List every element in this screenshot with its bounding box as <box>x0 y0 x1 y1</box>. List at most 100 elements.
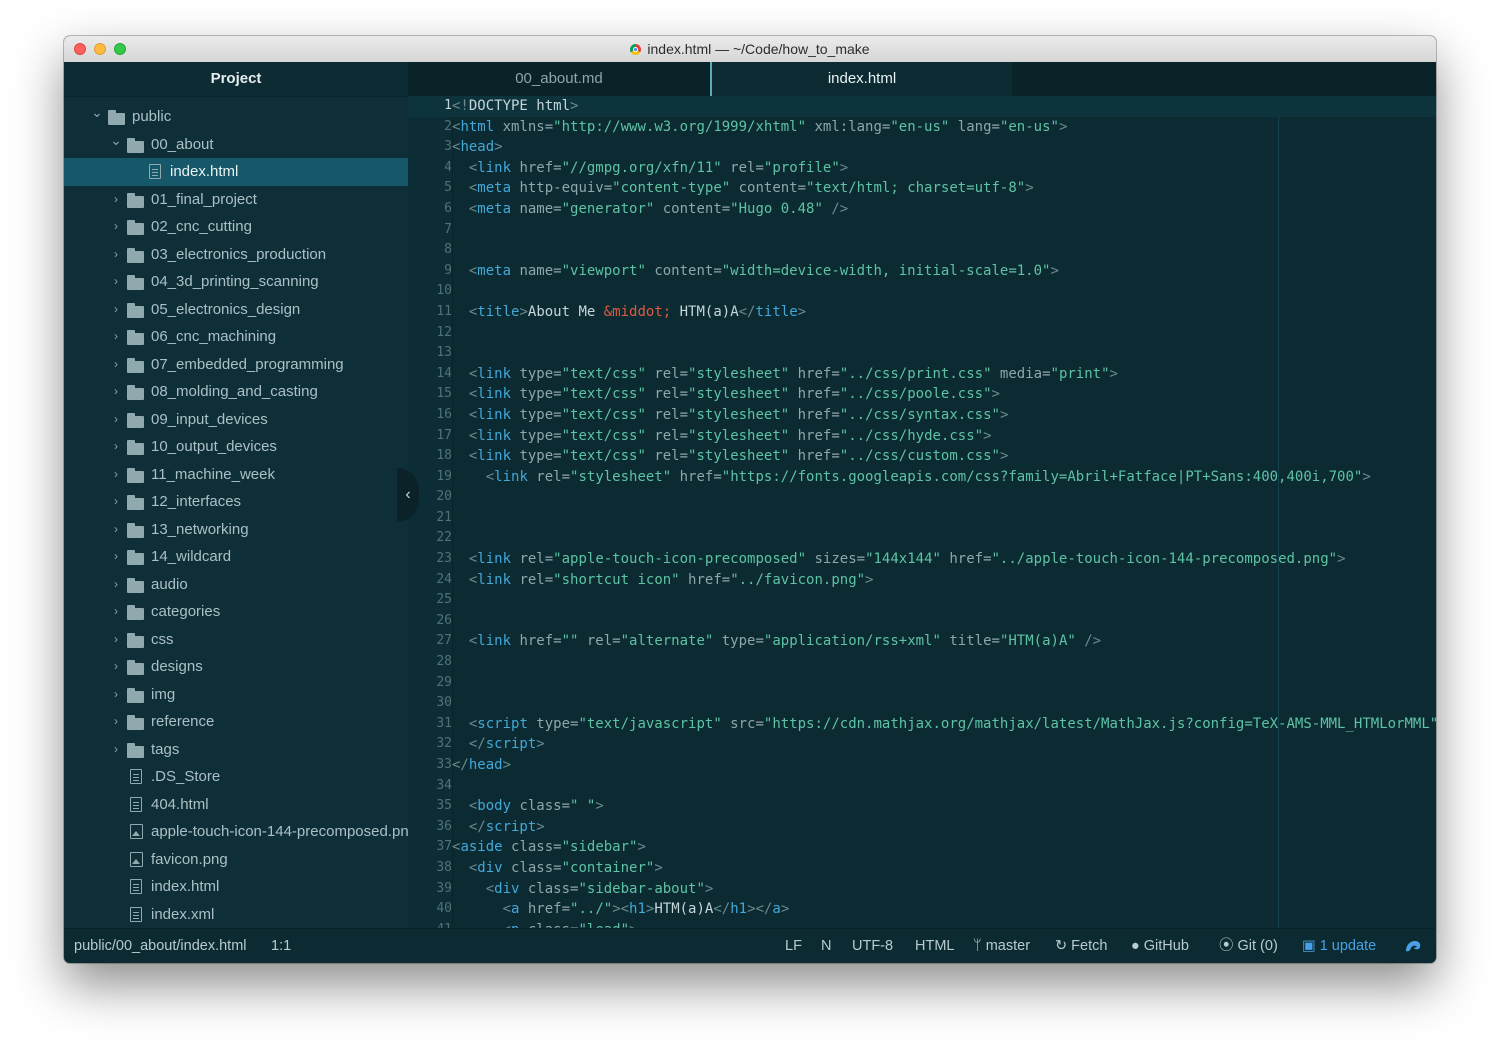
tree-folder[interactable]: › designs <box>64 653 408 681</box>
chevron-right-icon[interactable]: › <box>109 406 123 434</box>
tree-folder[interactable]: › 05_electronics_design <box>64 296 408 324</box>
code-line[interactable]: 29 <box>408 673 1436 694</box>
chevron-right-icon[interactable]: › <box>109 461 123 489</box>
status-github[interactable]: ● GitHub <box>1131 929 1189 963</box>
tree-folder[interactable]: › 10_output_devices <box>64 433 408 461</box>
tree-file[interactable]: index.html <box>64 158 408 186</box>
tree-folder[interactable]: › 13_networking <box>64 516 408 544</box>
tab-index-html[interactable]: index.html <box>710 62 1012 96</box>
chevron-right-icon[interactable]: › <box>109 626 123 654</box>
chevron-right-icon[interactable]: › <box>109 488 123 516</box>
tree-folder[interactable]: › tags <box>64 736 408 764</box>
tree-folder[interactable]: › 12_interfaces <box>64 488 408 516</box>
chevron-right-icon[interactable]: › <box>109 516 123 544</box>
chevron-right-icon[interactable]: › <box>109 681 123 709</box>
code-line[interactable]: 16 <link type="text/css" rel="stylesheet… <box>408 405 1436 426</box>
code-line[interactable]: 39 <div class="sidebar-about"> <box>408 879 1436 900</box>
code-line[interactable]: 21 <box>408 508 1436 529</box>
chevron-right-icon[interactable]: › <box>109 571 123 599</box>
chevron-down-icon[interactable]: ⌄ <box>90 99 104 127</box>
tree-file[interactable]: favicon.png <box>64 846 408 874</box>
tree-file[interactable]: apple-touch-icon-144-precomposed.png <box>64 818 408 846</box>
code-line[interactable]: 2 <html xmlns="http://www.w3.org/1999/xht… <box>408 117 1436 138</box>
chevron-right-icon[interactable]: › <box>109 736 123 764</box>
status-line-ending[interactable]: LF <box>785 929 802 963</box>
tree-folder[interactable]: › 14_wildcard <box>64 543 408 571</box>
code-line[interactable]: 18 <link type="text/css" rel="stylesheet… <box>408 446 1436 467</box>
tree-folder[interactable]: › 07_embedded_programming <box>64 351 408 379</box>
status-git[interactable]: ⦿ Git (0) <box>1219 929 1278 963</box>
code-line[interactable]: 31 <script type="text/javascript" src="h… <box>408 714 1436 735</box>
code-line[interactable]: 6 <meta name="generator" content="Hugo 0… <box>408 199 1436 220</box>
code-line[interactable]: 4 <link href="//gmpg.org/xfn/11" rel="pr… <box>408 158 1436 179</box>
tree-folder[interactable]: › 02_cnc_cutting <box>64 213 408 241</box>
code-line[interactable]: 28 <box>408 652 1436 673</box>
tree-folder[interactable]: › 08_molding_and_casting <box>64 378 408 406</box>
tree-folder[interactable]: › 06_cnc_machining <box>64 323 408 351</box>
code-line[interactable]: 10 <box>408 281 1436 302</box>
tree-folder[interactable]: › img <box>64 681 408 709</box>
tree-file[interactable]: .DS_Store <box>64 763 408 791</box>
status-branch[interactable]: ᛘ master <box>973 929 1030 963</box>
code-line[interactable]: 32 </script> <box>408 734 1436 755</box>
code-line[interactable]: 24 <link rel="shortcut icon" href="../fa… <box>408 570 1436 591</box>
code-line[interactable]: 25 <box>408 590 1436 611</box>
tree-folder[interactable]: › css <box>64 626 408 654</box>
code-line[interactable]: 30 <box>408 693 1436 714</box>
code-line[interactable]: 1 <!DOCTYPE html> <box>408 96 1436 117</box>
chevron-right-icon[interactable]: › <box>109 433 123 461</box>
tab-00-about-md[interactable]: 00_about.md <box>408 62 710 96</box>
chevron-right-icon[interactable]: › <box>109 351 123 379</box>
code-line[interactable]: 9 <meta name="viewport" content="width=d… <box>408 261 1436 282</box>
code-line[interactable]: 38 <div class="container"> <box>408 858 1436 879</box>
chevron-right-icon[interactable]: › <box>109 186 123 214</box>
tree-folder[interactable]: › 03_electronics_production <box>64 241 408 269</box>
chevron-right-icon[interactable]: › <box>109 543 123 571</box>
tree-folder[interactable]: › 11_machine_week <box>64 461 408 489</box>
code-line[interactable]: 14 <link type="text/css" rel="stylesheet… <box>408 364 1436 385</box>
chevron-right-icon[interactable]: › <box>109 378 123 406</box>
code-line[interactable]: 17 <link type="text/css" rel="stylesheet… <box>408 426 1436 447</box>
tree-folder[interactable]: › audio <box>64 571 408 599</box>
tree-file[interactable]: index.html <box>64 873 408 901</box>
chevron-right-icon[interactable]: › <box>109 598 123 626</box>
chevron-right-icon[interactable]: › <box>109 296 123 324</box>
chevron-right-icon[interactable]: › <box>109 323 123 351</box>
status-cursor-position[interactable]: 1:1 <box>271 929 291 963</box>
status-file-path[interactable]: public/00_about/index.html <box>74 929 247 963</box>
status-encoding[interactable]: UTF-8 <box>852 929 893 963</box>
code-line[interactable]: 41 <p class="lead"> <box>408 920 1436 928</box>
status-grammar[interactable]: HTML <box>915 929 954 963</box>
chevron-down-icon[interactable]: ⌄ <box>109 127 123 155</box>
tree-file[interactable]: index.xml <box>64 901 408 929</box>
code-line[interactable]: 15 <link type="text/css" rel="stylesheet… <box>408 384 1436 405</box>
code-line[interactable]: 5 <meta http-equiv="content-type" conten… <box>408 178 1436 199</box>
chevron-right-icon[interactable]: › <box>109 708 123 736</box>
code-line[interactable]: 26 <box>408 611 1436 632</box>
chevron-right-icon[interactable]: › <box>109 213 123 241</box>
tree-folder[interactable]: ⌄ 00_about <box>64 131 408 159</box>
code-line[interactable]: 11 <title>About Me &middot; HTM(a)A</tit… <box>408 302 1436 323</box>
status-fetch[interactable]: ↻ Fetch <box>1055 929 1107 963</box>
code-line[interactable]: 23 <link rel="apple-touch-icon-precompos… <box>408 549 1436 570</box>
squirrel-icon[interactable] <box>1404 938 1422 953</box>
code-line[interactable]: 7 <box>408 220 1436 241</box>
chevron-right-icon[interactable]: › <box>109 653 123 681</box>
tree-folder[interactable]: › reference <box>64 708 408 736</box>
tree-folder[interactable]: › 09_input_devices <box>64 406 408 434</box>
code-line[interactable]: 20 <box>408 487 1436 508</box>
code-line[interactable]: 22 <box>408 528 1436 549</box>
code-line[interactable]: 40 <a href="../"><h1>HTM(a)A</h1></a> <box>408 899 1436 920</box>
status-indicator[interactable]: N <box>821 929 831 963</box>
status-update[interactable]: ▣ 1 update <box>1302 929 1376 963</box>
code-line[interactable]: 3 <head> <box>408 137 1436 158</box>
code-line[interactable]: 19 <link rel="stylesheet" href="https://… <box>408 467 1436 488</box>
code-line[interactable]: 36 </script> <box>408 817 1436 838</box>
code-line[interactable]: 12 <box>408 323 1436 344</box>
tree-folder[interactable]: › categories <box>64 598 408 626</box>
code-line[interactable]: 34 <box>408 776 1436 797</box>
code-line[interactable]: 33 </head> <box>408 755 1436 776</box>
code-line[interactable]: 13 <box>408 343 1436 364</box>
code-line[interactable]: 35 <body class=" "> <box>408 796 1436 817</box>
tree-file[interactable]: 404.html <box>64 791 408 819</box>
